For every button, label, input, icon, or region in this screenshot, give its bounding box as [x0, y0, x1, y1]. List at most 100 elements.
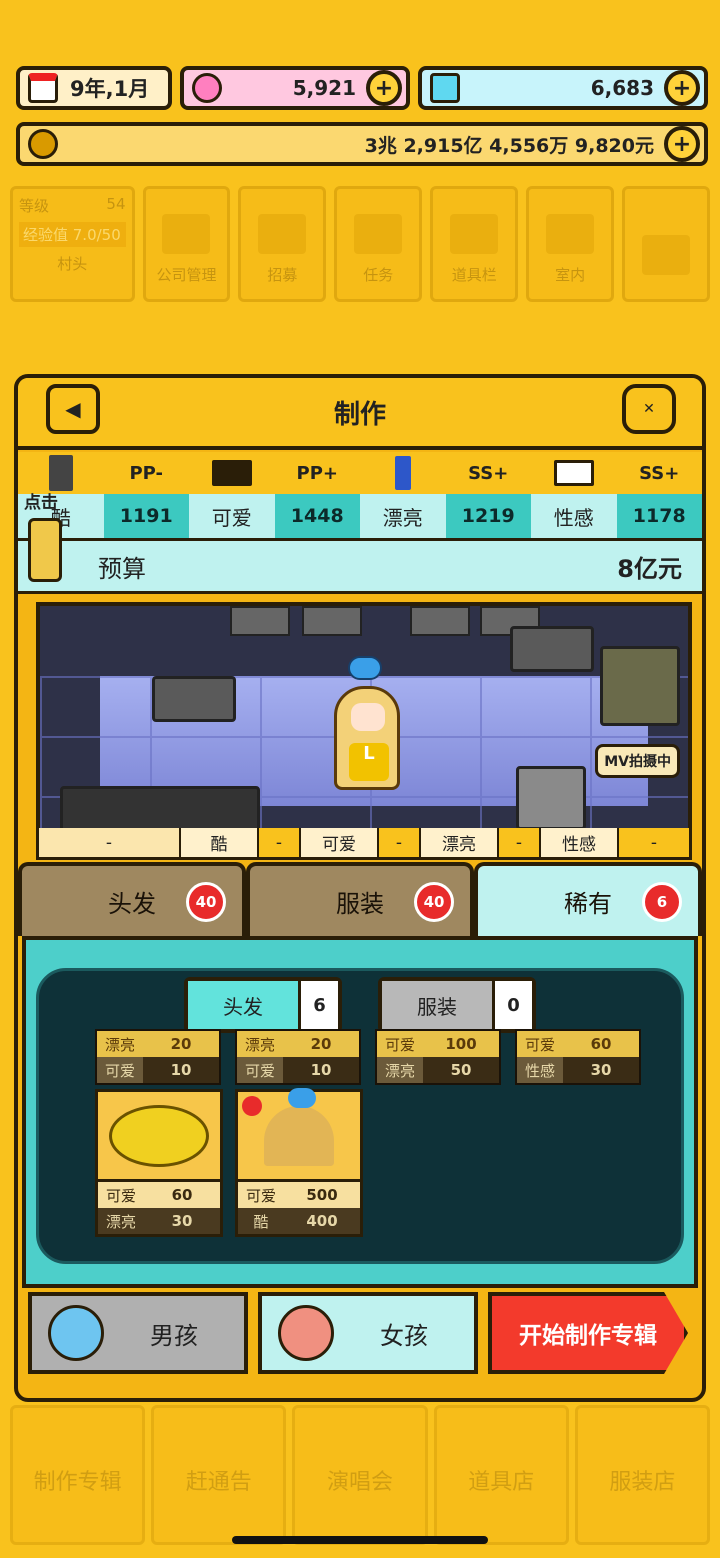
tab-hair-count: 40: [186, 882, 226, 922]
megaphone-icon: [258, 214, 307, 254]
panel-title: 制作: [333, 400, 386, 430]
tab-outfit-label: 服装: [336, 889, 384, 918]
stat-value-cute: 1448: [290, 505, 344, 527]
start-production-button[interactable]: 开始制作专辑: [488, 1292, 688, 1374]
item-card[interactable]: 漂亮 20 可爱 10: [95, 1029, 221, 1085]
stat-value-cool: 1191: [119, 505, 173, 527]
stat-key: 可爱: [517, 1031, 563, 1057]
helper-robot-icon[interactable]: [28, 518, 62, 582]
attr-slot: -: [619, 828, 689, 857]
stat-key: 可爱: [98, 1182, 144, 1208]
item-card-wig[interactable]: 可爱 60 漂亮 30: [95, 1089, 223, 1237]
money-bar: 3兆 2,915亿 4,556万 9,820元 +: [16, 122, 708, 166]
mv-stage: L MV拍摄中: [36, 602, 692, 834]
stat-key: 可爱: [238, 1182, 284, 1208]
items-content: 头发 6 服装 0 漂亮 20 可爱 10 漂亮 20 可爱 10 可爱 100…: [22, 936, 698, 1288]
stage-light-icon: [302, 606, 362, 636]
item-card[interactable]: 可爱 60 性感 30: [515, 1029, 641, 1085]
bottom-menu-clothes-shop-label: 服装店: [609, 1470, 676, 1495]
girl-button[interactable]: 女孩: [258, 1292, 478, 1374]
level-label: 等级: [19, 197, 50, 215]
stat-key: 漂亮: [377, 1057, 423, 1083]
close-button[interactable]: ✕: [622, 384, 676, 434]
bottom-actions: 男孩 女孩 开始制作专辑: [28, 1292, 688, 1374]
idol-character[interactable]: L: [334, 686, 400, 790]
panel-header: ◀ 制作 ✕: [18, 378, 702, 450]
blue-currency-bar: 6,683 +: [418, 66, 708, 110]
stage-light-icon: [410, 606, 470, 636]
pink-currency-value: 5,921: [292, 76, 356, 100]
tap-hint: 点击: [24, 493, 58, 513]
budget-label: 预算: [98, 554, 146, 583]
menu-company: 公司管理: [142, 186, 231, 302]
stats-table: PP- PP+ SS+ SS+ 酷 1191 可爱 1448 漂亮 1219 性…: [18, 452, 702, 538]
attr-pretty: 漂亮: [419, 828, 499, 857]
items-list[interactable]: 头发 6 服装 0 漂亮 20 可爱 10 漂亮 20 可爱 10 可爱 100…: [36, 968, 684, 1264]
close-icon: ✕: [643, 401, 655, 417]
home-indicator[interactable]: [232, 1536, 488, 1544]
tab-outfit[interactable]: 服装 40: [246, 862, 474, 936]
bird-pet-icon: [348, 656, 382, 680]
date-bar: 9年,1月: [16, 66, 172, 110]
stat-value: 50: [423, 1057, 499, 1083]
girl-label: 女孩: [380, 1321, 428, 1350]
bottom-menu-album-label: 制作专辑: [33, 1470, 122, 1495]
stat-grade-cute: PP+: [296, 462, 338, 484]
menu-interior: 室内: [526, 186, 615, 302]
boy-button[interactable]: 男孩: [28, 1292, 248, 1374]
subtab-hair-count: 6: [298, 981, 338, 1029]
attr-slot: -: [499, 828, 539, 857]
tab-hair[interactable]: 头发 40: [18, 862, 246, 936]
bottom-menu-album: 制作专辑: [10, 1405, 146, 1545]
add-blue-currency-button[interactable]: +: [664, 70, 700, 106]
location-text: 村头: [57, 255, 88, 273]
stat-label-cute: 可爱: [189, 494, 275, 538]
menu-inventory: 道具栏: [430, 186, 519, 302]
date-text: 9年,1月: [70, 77, 150, 101]
category-tabs: 头发 40 服装 40 稀有 6: [18, 862, 702, 936]
stat-key: 可爱: [97, 1057, 143, 1083]
stat-value-pretty: 1219: [461, 505, 515, 527]
attr-slot: -: [259, 828, 299, 857]
attribute-bar: - 酷 - 可爱 - 漂亮 - 性感 -: [36, 828, 692, 860]
heart-icon: [242, 1096, 262, 1116]
add-pink-currency-button[interactable]: +: [366, 70, 402, 106]
subtabs: 头发 6 服装 0: [39, 977, 681, 1033]
speaker-icon: [600, 646, 680, 726]
diamond-icon: [430, 73, 460, 103]
stat-value: 10: [283, 1057, 359, 1083]
item-card[interactable]: 可爱 100 漂亮 50: [375, 1029, 501, 1085]
chest-icon: [450, 214, 499, 254]
stat-key: 性感: [517, 1057, 563, 1083]
item-image: [98, 1092, 220, 1182]
attr-cool: 酷: [179, 828, 259, 857]
subtab-hair[interactable]: 头发 6: [184, 977, 342, 1033]
add-money-button[interactable]: +: [664, 126, 700, 162]
bottom-menu-schedule-label: 赶通告: [185, 1470, 252, 1495]
idol-shirt: L: [349, 743, 389, 781]
stat-value: 20: [283, 1031, 359, 1057]
attr-slot: -: [379, 828, 419, 857]
speaker-icon: [60, 786, 260, 830]
subtab-outfit-count: 0: [492, 981, 532, 1029]
item-row-partial: 漂亮 20 可爱 10 漂亮 20 可爱 10 可爱 100 漂亮 50 可爱 60 性感 30: [95, 1029, 641, 1085]
background-bottom-menu: 制作专辑 赶通告 演唱会 道具店 服装店: [0, 1405, 720, 1545]
bottom-menu-item-shop: 道具店: [433, 1405, 569, 1545]
menu-task: 任务: [334, 186, 423, 302]
item-card[interactable]: 漂亮 20 可爱 10: [235, 1029, 361, 1085]
bottom-menu-concert-label: 演唱会: [327, 1470, 394, 1495]
paint-roller-icon: [546, 214, 595, 254]
tab-rare[interactable]: 稀有 6: [474, 862, 702, 936]
menu-recruit-label: 招募: [267, 266, 298, 284]
stat-value: 60: [563, 1031, 639, 1057]
boy-label: 男孩: [150, 1321, 198, 1350]
item-card-special[interactable]: 可爱 500 酷 400: [235, 1088, 363, 1237]
bird-icon: [288, 1088, 316, 1108]
subtab-outfit[interactable]: 服装 0: [378, 977, 536, 1033]
stat-grade-cool: PP-: [129, 462, 164, 484]
menu-company-label: 公司管理: [156, 266, 217, 284]
background-menu: 等级 54 经验值 7.0/50 村头 公司管理 招募 任务 道具栏 室内: [10, 186, 711, 302]
stat-value: 30: [144, 1208, 220, 1234]
camera-icon: [510, 626, 594, 672]
bottom-menu-schedule: 赶通告: [151, 1405, 287, 1545]
